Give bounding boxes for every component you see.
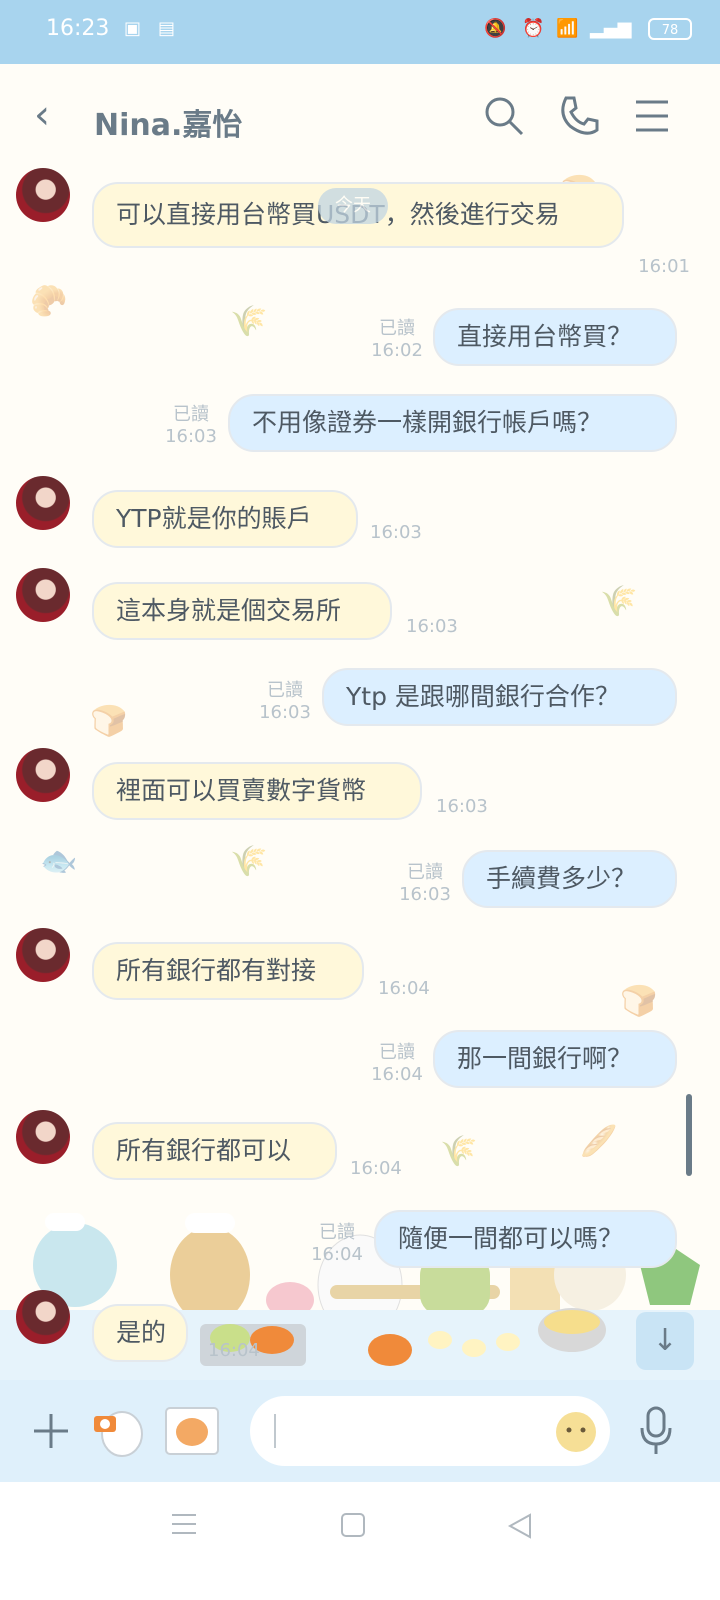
- wheat-icon: 🌾: [230, 304, 268, 339]
- message-time: 16:02: [371, 340, 423, 361]
- message-time: 16:03: [406, 616, 458, 637]
- contact-avatar[interactable]: [16, 568, 70, 622]
- plus-icon[interactable]: [30, 1410, 72, 1452]
- message-time: 16:04: [350, 1158, 402, 1179]
- bread-icon: 🍞: [90, 704, 128, 739]
- alarm-icon: ⏰: [522, 18, 545, 39]
- message-time: 16:04: [208, 1340, 260, 1361]
- recent-apps-icon[interactable]: [170, 1512, 198, 1536]
- home-icon[interactable]: [340, 1512, 366, 1538]
- read-label: 已讀: [319, 1222, 355, 1243]
- wheat-icon: 🌾: [600, 584, 638, 619]
- mute-icon: 🔕: [484, 18, 507, 39]
- outgoing-message[interactable]: 直接用台幣買？: [433, 308, 677, 366]
- incoming-message[interactable]: 這本身就是個交易所: [92, 582, 392, 640]
- status-time: 16:23: [46, 16, 110, 41]
- message-time: 16:03: [436, 796, 488, 817]
- message-time: 16:01: [638, 256, 690, 277]
- message-time: 16:03: [165, 426, 217, 447]
- date-divider: 今天: [318, 188, 388, 224]
- read-receipt: 已讀 16:02: [362, 318, 432, 362]
- contact-avatar[interactable]: [16, 1290, 70, 1344]
- read-label: 已讀: [173, 404, 209, 425]
- wifi-icon: 📶: [556, 18, 579, 39]
- chat-title: Nina.嘉怡: [94, 108, 243, 143]
- wheat-icon: 🌾: [440, 1134, 478, 1169]
- contact-avatar[interactable]: [16, 1110, 70, 1164]
- message-time: 16:03: [399, 884, 451, 905]
- incoming-message[interactable]: 是的: [92, 1304, 188, 1362]
- status-bar: 16:23 ▣ ▤ 🔕 ⏰ 📶 ▂▄▆ 78: [0, 0, 720, 64]
- sticker-icon[interactable]: [554, 1408, 598, 1454]
- signal-icon: ▂▄▆: [590, 18, 632, 39]
- message-time: 16:03: [259, 702, 311, 723]
- read-label: 已讀: [267, 680, 303, 701]
- read-receipt: 已讀 16:03: [250, 680, 320, 724]
- outgoing-message[interactable]: 不用像證券一樣開銀行帳戶嗎？: [228, 394, 677, 452]
- chevron-left-icon[interactable]: ‹: [34, 92, 50, 138]
- camera-icon[interactable]: [92, 1400, 146, 1460]
- message-input-bar: [0, 1380, 720, 1482]
- read-receipt: 已讀 16:03: [156, 404, 226, 448]
- system-nav-bar: [0, 1482, 720, 1600]
- outgoing-message[interactable]: 隨便一間都可以嗎？: [374, 1210, 677, 1268]
- contact-avatar[interactable]: [16, 748, 70, 802]
- notification-icon: ▣: [124, 18, 142, 39]
- contact-avatar[interactable]: [16, 476, 70, 530]
- message-time: 16:04: [371, 1064, 423, 1085]
- hamburger-menu-icon[interactable]: [630, 94, 674, 138]
- chat-header: ‹ Nina.嘉怡: [0, 64, 720, 172]
- outgoing-message[interactable]: 手續費多少？: [462, 850, 677, 908]
- contact-avatar[interactable]: [16, 928, 70, 982]
- chat-scrollbar[interactable]: [686, 1094, 692, 1176]
- bread-icon: 🥖: [580, 1124, 618, 1159]
- message-input[interactable]: [250, 1396, 610, 1466]
- message-time: 16:04: [311, 1244, 363, 1265]
- read-label: 已讀: [379, 1042, 415, 1063]
- battery-indicator: 78: [648, 18, 692, 40]
- image-icon[interactable]: [164, 1406, 220, 1456]
- outgoing-message[interactable]: 那一間銀行啊？: [433, 1030, 677, 1088]
- message-time: 16:04: [378, 978, 430, 999]
- microphone-icon[interactable]: [638, 1406, 674, 1456]
- arrow-down-icon: ↓: [652, 1323, 678, 1358]
- message-time: 16:03: [370, 522, 422, 543]
- contact-avatar[interactable]: [16, 168, 70, 222]
- back-nav-icon[interactable]: [506, 1512, 534, 1540]
- text-cursor: [274, 1414, 276, 1448]
- outgoing-message[interactable]: Ytp 是跟哪間銀行合作？: [322, 668, 677, 726]
- incoming-message[interactable]: 所有銀行都有對接: [92, 942, 364, 1000]
- read-receipt: 已讀 16:04: [362, 1042, 432, 1086]
- scroll-to-bottom-button[interactable]: ↓: [636, 1312, 694, 1370]
- bread-icon: 🥐: [30, 284, 68, 319]
- read-label: 已讀: [379, 318, 415, 339]
- incoming-message[interactable]: 所有銀行都可以: [92, 1122, 337, 1180]
- fish-icon: 🐟: [40, 844, 78, 879]
- bread-icon: 🍞: [620, 984, 658, 1019]
- translate-icon: ▤: [158, 18, 176, 39]
- read-receipt: 已讀 16:03: [390, 862, 460, 906]
- incoming-message[interactable]: 裡面可以買賣數字貨幣: [92, 762, 422, 820]
- wheat-icon: 🌾: [230, 844, 268, 879]
- search-icon[interactable]: [482, 94, 526, 138]
- incoming-message[interactable]: YTP就是你的賬戶: [92, 490, 358, 548]
- phone-icon[interactable]: [556, 94, 600, 138]
- read-label: 已讀: [407, 862, 443, 883]
- read-receipt: 已讀 16:04: [302, 1222, 372, 1266]
